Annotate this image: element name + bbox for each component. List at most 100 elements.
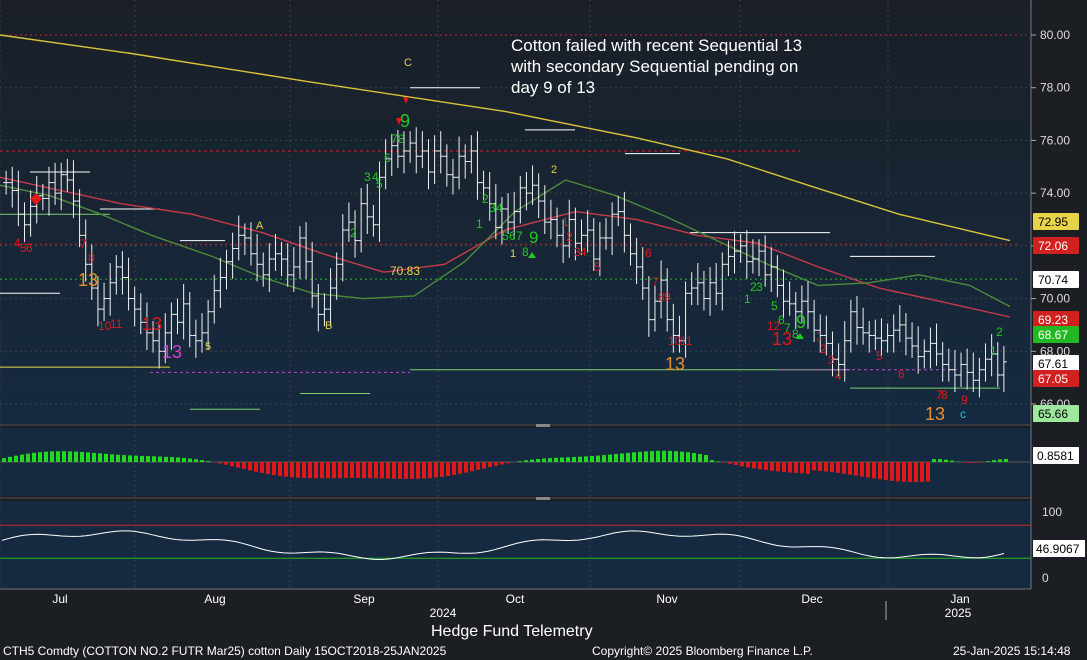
histogram-bar bbox=[74, 451, 78, 462]
x-month-label: Aug bbox=[204, 592, 225, 606]
sequential-count-marker: 1 bbox=[816, 329, 823, 343]
annotation-line: Cotton failed with recent Sequential 13 bbox=[511, 36, 803, 55]
sequential-count-marker: 1 bbox=[744, 292, 751, 306]
histogram-bar bbox=[800, 462, 804, 474]
sequential-count-marker: 8 bbox=[522, 245, 529, 259]
chart-annotation: Cotton failed with recent Sequential 13 … bbox=[511, 35, 802, 98]
histogram-bar bbox=[230, 462, 234, 467]
histogram-bar bbox=[194, 459, 198, 462]
histogram-bar bbox=[236, 462, 240, 468]
sequential-count-marker: 1 bbox=[990, 344, 997, 358]
price-tag-label: 65.66 bbox=[1038, 407, 1068, 421]
y-tick-label: 74.00 bbox=[1040, 186, 1070, 200]
x-month-label: Sep bbox=[353, 592, 375, 606]
histogram-bar bbox=[860, 462, 864, 477]
sequential-count-marker: 4 bbox=[496, 201, 503, 215]
sequential-13-label: 13 bbox=[665, 354, 685, 374]
in-plot-label-70-83: 70.83 bbox=[390, 264, 420, 278]
histogram-bar bbox=[722, 462, 726, 463]
sequential-count-marker: 13 bbox=[142, 314, 162, 334]
histogram-bar bbox=[614, 454, 618, 462]
histogram-bar bbox=[170, 457, 174, 462]
histogram-bar bbox=[434, 462, 438, 478]
histogram-bar bbox=[128, 455, 132, 462]
sequential-count-marker: 5 bbox=[771, 299, 778, 313]
histogram-bar bbox=[320, 462, 324, 479]
x-month-label: Jul bbox=[52, 592, 67, 606]
sequential-count-marker: 6 bbox=[384, 151, 391, 165]
histogram-bar bbox=[962, 462, 966, 463]
histogram-bar bbox=[926, 462, 930, 482]
histogram-bar bbox=[752, 462, 756, 469]
oscillator-tick-label: 0 bbox=[1042, 571, 1049, 585]
sequential-count-marker: 9 bbox=[400, 111, 410, 131]
histogram-bar bbox=[374, 462, 378, 479]
histogram-bar bbox=[296, 462, 300, 478]
histogram-bar bbox=[548, 458, 552, 462]
histogram-bar bbox=[656, 450, 660, 462]
sequential-count-marker: 2 bbox=[566, 230, 573, 244]
y-tick-label: 70.00 bbox=[1040, 292, 1070, 306]
histogram-bar bbox=[20, 454, 24, 462]
sequential-count-marker: 11 bbox=[680, 334, 693, 348]
histogram-bar bbox=[518, 461, 522, 462]
sequential-count-marker: A bbox=[256, 220, 264, 232]
histogram-bar bbox=[62, 451, 66, 462]
histogram-bar bbox=[254, 462, 258, 472]
histogram-bar bbox=[242, 462, 246, 469]
sequential-count-marker: B bbox=[325, 320, 332, 332]
panel-resize-handle[interactable] bbox=[536, 424, 550, 427]
oscillator-tick-label: 100 bbox=[1042, 505, 1062, 519]
sequential-count-marker: 13 bbox=[772, 329, 792, 349]
histogram-bar bbox=[644, 451, 648, 462]
histogram-bar bbox=[842, 462, 846, 474]
sequential-count-marker: 9 bbox=[664, 290, 671, 304]
histogram-bar bbox=[98, 453, 102, 462]
sequential-count-marker: 3 bbox=[828, 353, 835, 367]
histogram-bar bbox=[350, 462, 354, 478]
x-month-label: Jan bbox=[950, 592, 969, 606]
histogram-bar bbox=[884, 462, 888, 481]
histogram-bar bbox=[272, 462, 276, 476]
histogram-bar bbox=[950, 460, 954, 462]
sequential-count-marker: 4 bbox=[580, 245, 587, 259]
sequential-count-marker: 1 bbox=[476, 217, 483, 231]
histogram-bar bbox=[986, 461, 990, 462]
annotation-line: day 9 of 13 bbox=[511, 78, 596, 97]
histogram-bar bbox=[818, 462, 822, 471]
histogram-bar bbox=[50, 451, 54, 462]
security-description: CTH5 Comdty (COTTON NO.2 FUTR Mar25) cot… bbox=[3, 644, 447, 658]
histogram-bar bbox=[224, 462, 228, 465]
histogram-bar bbox=[260, 462, 264, 473]
x-month-label: Oct bbox=[506, 592, 525, 606]
histogram-bar bbox=[824, 462, 828, 472]
histogram-bar bbox=[104, 453, 108, 462]
histogram-bar bbox=[500, 462, 504, 465]
sequential-count-marker: C bbox=[404, 57, 412, 69]
sequential-count-marker: 3 bbox=[756, 280, 763, 294]
histogram-bar bbox=[158, 456, 162, 462]
histogram-bar bbox=[416, 462, 420, 479]
histogram-bar bbox=[344, 462, 348, 479]
sequential-count-marker: 8 bbox=[88, 251, 95, 265]
histogram-bar bbox=[488, 462, 492, 468]
histogram-bar bbox=[122, 455, 126, 462]
histogram-bar bbox=[998, 459, 1002, 462]
histogram-bar bbox=[506, 462, 510, 464]
histogram-bar bbox=[140, 455, 144, 462]
histogram-bar bbox=[26, 453, 30, 462]
sequential-count-marker: 6 bbox=[509, 229, 516, 243]
histogram-bar bbox=[974, 462, 978, 463]
histogram-bar bbox=[368, 462, 372, 479]
histogram-bar bbox=[932, 459, 936, 462]
watermark: Hedge Fund Telemetry bbox=[431, 623, 593, 640]
histogram-bar bbox=[68, 451, 72, 462]
sequential-count-marker: 13 bbox=[162, 342, 182, 362]
panel-resize-handle[interactable] bbox=[536, 497, 550, 500]
sequential-count-marker: 5 bbox=[502, 229, 509, 243]
histogram-bar bbox=[746, 462, 750, 468]
histogram-bar bbox=[968, 462, 972, 463]
histogram-bar bbox=[206, 461, 210, 462]
histogram-bar bbox=[152, 456, 156, 462]
histogram-bar bbox=[620, 453, 624, 462]
